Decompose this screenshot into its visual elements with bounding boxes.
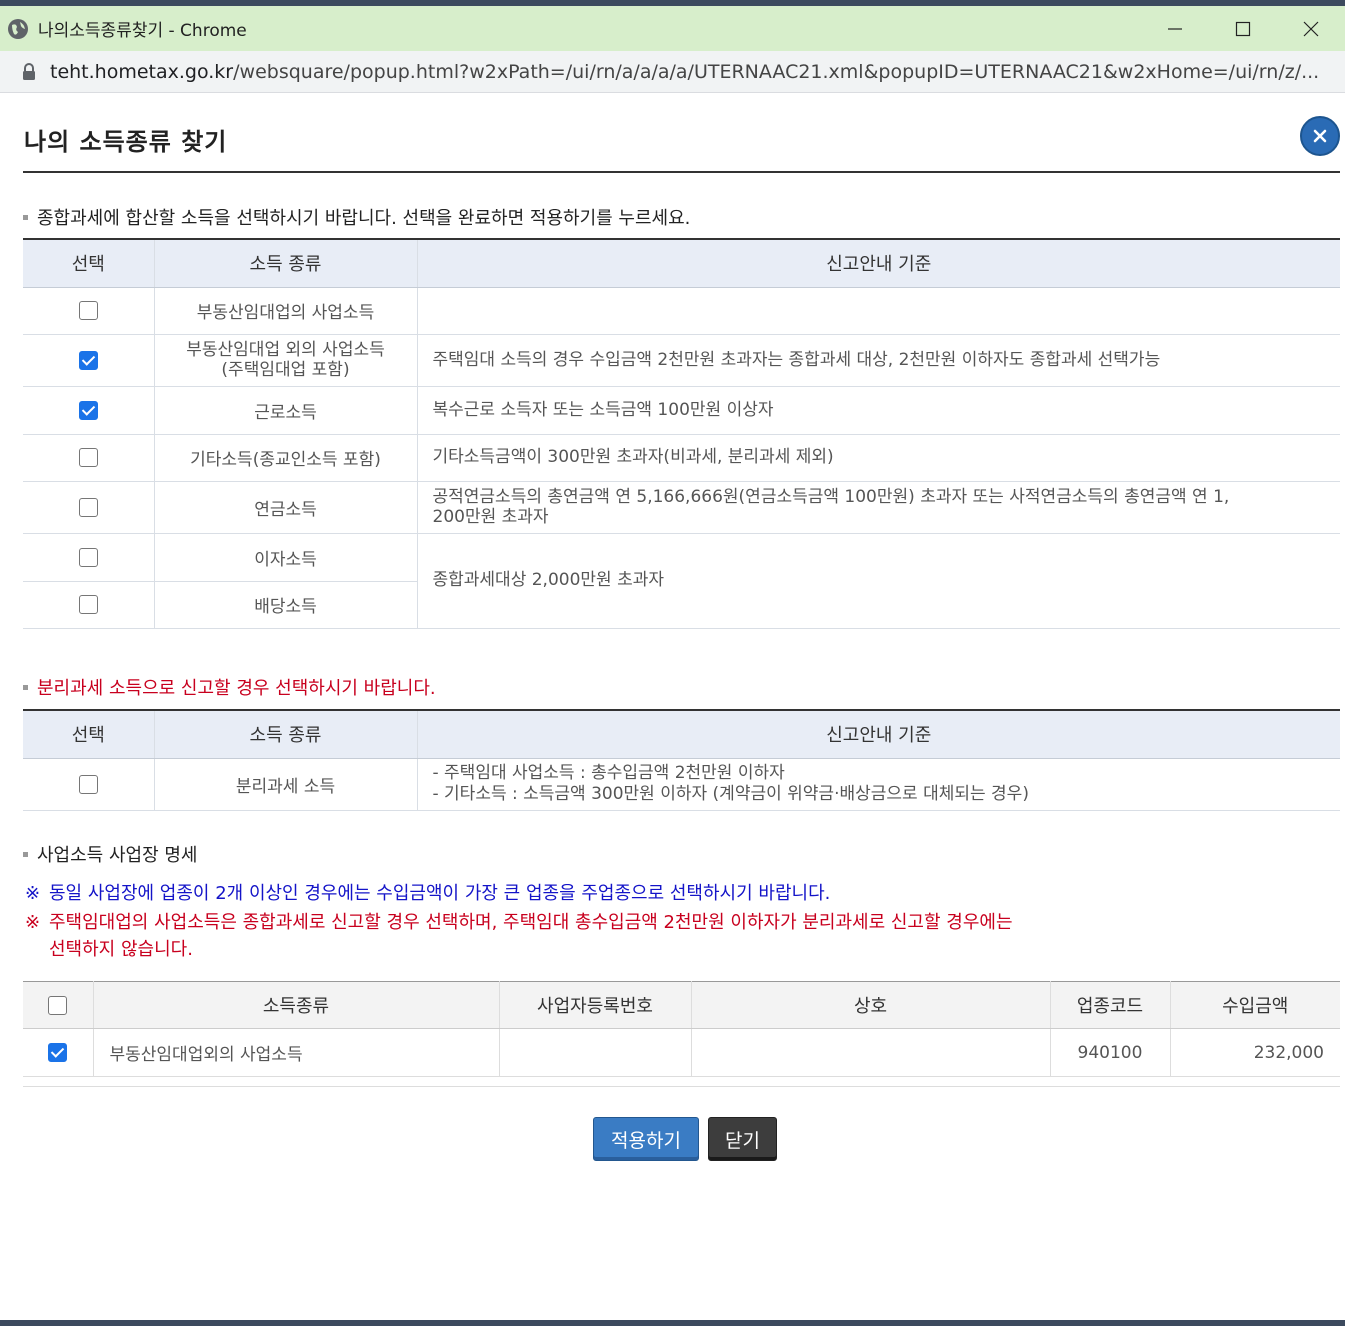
minimize-button[interactable] bbox=[1141, 6, 1209, 51]
section3-heading: 사업소득 사업장 명세 bbox=[23, 841, 197, 867]
income-type-cell: 부동산임대업의 사업소득 bbox=[153, 287, 417, 335]
table-row: 근로소득 복수근로 소득자 또는 소득금액 100만원 이상자 bbox=[23, 386, 1340, 435]
col-criteria: 신고안내 기준 bbox=[416, 239, 1340, 288]
popup-page: 나의 소득종류 찾기 종합과세에 합산할 소득을 선택하시기 바랍니다. 선택을… bbox=[0, 94, 1345, 1320]
window-close-button[interactable] bbox=[1277, 6, 1345, 51]
criteria-cell: 주택임대 소득의 경우 수입금액 2천만원 초과자는 종합과세 대상, 2천만원… bbox=[416, 334, 1340, 387]
section2-heading: 분리과세 소득으로 신고할 경우 선택하시기 바랍니다. bbox=[23, 674, 436, 700]
col-select: 선택 bbox=[23, 239, 154, 288]
criteria-cell: - 주택임대 사업소득 : 총수입금액 2천만원 이하자 - 기타소득 : 소득… bbox=[416, 758, 1340, 811]
section1-heading: 종합과세에 합산할 소득을 선택하시기 바랍니다. 선택을 완료하면 적용하기를… bbox=[23, 204, 690, 230]
notice-housing-rental-cont: 선택하지 않습니다. bbox=[49, 939, 193, 960]
table-row: 부동산임대업의 사업소득 bbox=[23, 287, 1340, 335]
bottom-edge bbox=[0, 1320, 1345, 1326]
income-checkbox[interactable] bbox=[78, 497, 98, 517]
apply-button[interactable]: 적용하기 bbox=[593, 1117, 699, 1161]
income-type-cell: 부동산임대업외의 사업소득 bbox=[92, 1028, 499, 1077]
table-row: 이자소득 종합과세대상 2,000만원 초과자 bbox=[23, 533, 1340, 629]
title-divider bbox=[23, 171, 1340, 173]
industry-code-cell: 940100 bbox=[1049, 1028, 1170, 1077]
popup-close-button[interactable] bbox=[1300, 116, 1340, 156]
col-revenue: 수입금액 bbox=[1169, 981, 1340, 1029]
business-place-table: 소득종류 사업자등록번호 상호 업종코드 수입금액 부동산임대업외의 사업소득 … bbox=[23, 981, 1340, 1077]
col-industry-code: 업종코드 bbox=[1049, 981, 1170, 1029]
divider bbox=[23, 1086, 1340, 1087]
income-checkbox[interactable] bbox=[78, 301, 98, 320]
income-checkbox[interactable] bbox=[78, 595, 98, 614]
table-row: 연금소득 공적연금소득의 총연금액 연 5,166,666원(연금소득금액 10… bbox=[23, 481, 1340, 534]
table-row: 부동산임대업 외의 사업소득 (주택임대업 포함) 주택임대 소득의 경우 수입… bbox=[23, 334, 1340, 387]
window-titlebar: 나의소득종류찾기 - Chrome bbox=[0, 6, 1345, 51]
lock-icon bbox=[23, 62, 35, 80]
close-button[interactable]: 닫기 bbox=[708, 1117, 777, 1161]
biz-reg-no-cell bbox=[498, 1028, 691, 1077]
window-title: 나의소득종류찾기 - Chrome bbox=[38, 21, 247, 41]
address-bar[interactable]: teht.hometax.go.kr/websquare/popup.html?… bbox=[0, 51, 1345, 93]
col-income-type: 소득 종류 bbox=[153, 239, 417, 288]
page-title: 나의 소득종류 찾기 bbox=[24, 128, 228, 156]
income-checkbox[interactable] bbox=[78, 448, 98, 467]
income-type-cell: 분리과세 소득 bbox=[153, 758, 417, 811]
trade-name-cell bbox=[690, 1028, 1050, 1077]
close-icon bbox=[1313, 129, 1327, 143]
income-type-cell: 부동산임대업 외의 사업소득 (주택임대업 포함) bbox=[153, 334, 417, 387]
table-row: 분리과세 소득 - 주택임대 사업소득 : 총수입금액 2천만원 이하자 - 기… bbox=[23, 758, 1340, 811]
notice-housing-rental: ※ 주택임대업의 사업소득은 종합과세로 신고할 경우 선택하며, 주택임대 총수… bbox=[25, 912, 1013, 933]
criteria-cell: 공적연금소득의 총연금액 연 5,166,666원(연금소득금액 100만원) … bbox=[416, 481, 1340, 534]
table-row: 부동산임대업외의 사업소득 940100 232,000 bbox=[23, 1028, 1340, 1077]
col-trade-name: 상호 bbox=[690, 981, 1050, 1029]
criteria-cell: 복수근로 소득자 또는 소득금액 100만원 이상자 bbox=[416, 386, 1340, 435]
col-income-type: 소득종류 bbox=[92, 981, 499, 1029]
minimize-icon bbox=[1168, 27, 1182, 30]
income-type-cell: 연금소득 bbox=[153, 481, 417, 534]
select-all-checkbox[interactable] bbox=[48, 996, 68, 1015]
income-type-cell: 기타소득(종교인소득 포함) bbox=[153, 434, 417, 482]
col-criteria: 신고안내 기준 bbox=[416, 710, 1340, 759]
row-checkbox[interactable] bbox=[48, 1043, 68, 1062]
income-checkbox[interactable] bbox=[78, 350, 98, 370]
criteria-cell: 종합과세대상 2,000만원 초과자 bbox=[416, 533, 1340, 629]
income-type-cell: 이자소득 bbox=[153, 533, 417, 582]
url-text: teht.hometax.go.kr/websquare/popup.html?… bbox=[50, 60, 1320, 83]
globe-icon bbox=[8, 18, 28, 39]
col-select: 선택 bbox=[23, 710, 154, 759]
maximize-button[interactable] bbox=[1209, 6, 1277, 51]
criteria-cell bbox=[416, 287, 1340, 335]
separate-taxation-table: 선택 소득 종류 신고안내 기준 분리과세 소득 - 주택임대 사업소득 : 총… bbox=[23, 709, 1340, 811]
table-row: 기타소득(종교인소득 포함) 기타소득금액이 300만원 초과자(비과세, 분리… bbox=[23, 434, 1340, 482]
income-checkbox[interactable] bbox=[78, 774, 98, 794]
revenue-cell: 232,000 bbox=[1169, 1028, 1340, 1077]
income-type-cell: 근로소득 bbox=[153, 386, 417, 435]
criteria-cell: 기타소득금액이 300만원 초과자(비과세, 분리과세 제외) bbox=[416, 434, 1340, 482]
income-type-cell: 배당소득 bbox=[153, 581, 417, 629]
income-checkbox[interactable] bbox=[78, 547, 98, 567]
notice-primary-business: ※ 동일 사업장에 업종이 2개 이상인 경우에는 수입금액이 가장 큰 업종을 … bbox=[25, 883, 831, 904]
col-income-type: 소득 종류 bbox=[153, 710, 417, 759]
maximize-icon bbox=[1235, 21, 1251, 36]
close-icon bbox=[1303, 21, 1319, 36]
comprehensive-income-table: 선택 소득 종류 신고안내 기준 부동산임대업의 사업소득 부동산임대업 외의 … bbox=[23, 238, 1340, 629]
col-biz-reg-no: 사업자등록번호 bbox=[498, 981, 691, 1029]
income-checkbox[interactable] bbox=[78, 400, 98, 420]
